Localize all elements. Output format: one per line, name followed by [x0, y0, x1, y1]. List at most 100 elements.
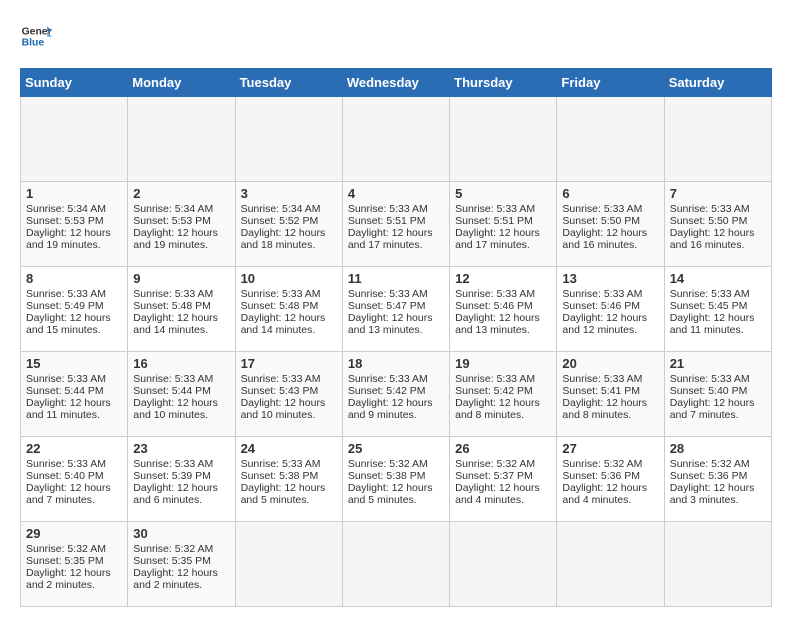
calendar-cell: [235, 97, 342, 182]
day-number: 29: [26, 526, 122, 541]
col-header-sunday: Sunday: [21, 69, 128, 97]
day-details: Sunrise: 5:33 AM Sunset: 5:48 PM Dayligh…: [133, 288, 229, 336]
day-details: Sunrise: 5:33 AM Sunset: 5:51 PM Dayligh…: [455, 203, 551, 251]
day-number: 30: [133, 526, 229, 541]
calendar-cell: 1Sunrise: 5:34 AM Sunset: 5:53 PM Daylig…: [21, 182, 128, 267]
day-number: 10: [241, 271, 337, 286]
calendar-cell: 3 Sunrise: 5:34 AM Sunset: 5:52 PM Daylig…: [235, 182, 342, 267]
calendar-cell: 2Sunrise: 5:34 AM Sunset: 5:53 PM Daylig…: [128, 182, 235, 267]
calendar-cell: 17 Sunrise: 5:33 AM Sunset: 5:43 PM Dayli…: [235, 352, 342, 437]
calendar-cell: [557, 97, 664, 182]
col-header-friday: Friday: [557, 69, 664, 97]
day-number: 3: [241, 186, 337, 201]
calendar-cell: [21, 97, 128, 182]
calendar-cell: [342, 97, 449, 182]
day-details: Sunrise: 5:33 AM Sunset: 5:40 PM Dayligh…: [670, 373, 766, 421]
day-details: Sunrise: 5:33 AM Sunset: 5:44 PM Dayligh…: [26, 373, 122, 421]
day-number: 2: [133, 186, 229, 201]
col-header-tuesday: Tuesday: [235, 69, 342, 97]
day-number: 7: [670, 186, 766, 201]
day-details: Sunrise: 5:34 AM Sunset: 5:52 PM Dayligh…: [241, 203, 337, 251]
day-number: 17: [241, 356, 337, 371]
logo-icon: General Blue: [20, 20, 52, 52]
calendar-cell: [128, 97, 235, 182]
day-number: 8: [26, 271, 122, 286]
day-details: Sunrise: 5:33 AM Sunset: 5:38 PM Dayligh…: [241, 458, 337, 506]
day-details: Sunrise: 5:33 AM Sunset: 5:45 PM Dayligh…: [670, 288, 766, 336]
calendar-cell: 6 Sunrise: 5:33 AM Sunset: 5:50 PM Daylig…: [557, 182, 664, 267]
calendar-cell: 29 Sunrise: 5:32 AM Sunset: 5:35 PM Dayli…: [21, 522, 128, 607]
day-details: Sunrise: 5:33 AM Sunset: 5:42 PM Dayligh…: [348, 373, 444, 421]
day-details: Sunrise: 5:32 AM Sunset: 5:38 PM Dayligh…: [348, 458, 444, 506]
day-details: Sunrise: 5:33 AM Sunset: 5:47 PM Dayligh…: [348, 288, 444, 336]
calendar-cell: [557, 522, 664, 607]
day-details: Sunrise: 5:33 AM Sunset: 5:46 PM Dayligh…: [455, 288, 551, 336]
calendar-cell: [450, 97, 557, 182]
day-number: 25: [348, 441, 444, 456]
day-details: Sunrise: 5:33 AM Sunset: 5:50 PM Dayligh…: [670, 203, 766, 251]
day-details: Sunrise: 5:32 AM Sunset: 5:37 PM Dayligh…: [455, 458, 551, 506]
calendar-cell: [342, 522, 449, 607]
day-number: 11: [348, 271, 444, 286]
day-details: Sunrise: 5:32 AM Sunset: 5:35 PM Dayligh…: [26, 543, 122, 591]
day-number: 24: [241, 441, 337, 456]
calendar-cell: [664, 522, 771, 607]
day-number: 12: [455, 271, 551, 286]
logo: General Blue: [20, 20, 52, 52]
calendar-table: SundayMondayTuesdayWednesdayThursdayFrid…: [20, 68, 772, 607]
calendar-week-1: 1Sunrise: 5:34 AM Sunset: 5:53 PM Daylig…: [21, 182, 772, 267]
day-details: Sunrise: 5:32 AM Sunset: 5:35 PM Dayligh…: [133, 543, 229, 591]
day-number: 16: [133, 356, 229, 371]
day-number: 9: [133, 271, 229, 286]
day-details: Sunrise: 5:33 AM Sunset: 5:41 PM Dayligh…: [562, 373, 658, 421]
day-number: 1: [26, 186, 122, 201]
svg-text:Blue: Blue: [22, 38, 45, 49]
day-details: Sunrise: 5:33 AM Sunset: 5:49 PM Dayligh…: [26, 288, 122, 336]
calendar-cell: 10 Sunrise: 5:33 AM Sunset: 5:48 PM Dayli…: [235, 267, 342, 352]
calendar-cell: 13 Sunrise: 5:33 AM Sunset: 5:46 PM Dayli…: [557, 267, 664, 352]
day-number: 15: [26, 356, 122, 371]
page-header: General Blue: [20, 20, 772, 52]
calendar-cell: [450, 522, 557, 607]
day-details: Sunrise: 5:33 AM Sunset: 5:42 PM Dayligh…: [455, 373, 551, 421]
calendar-cell: 11 Sunrise: 5:33 AM Sunset: 5:47 PM Dayli…: [342, 267, 449, 352]
calendar-cell: 14 Sunrise: 5:33 AM Sunset: 5:45 PM Dayli…: [664, 267, 771, 352]
calendar-cell: 28 Sunrise: 5:32 AM Sunset: 5:36 PM Dayli…: [664, 437, 771, 522]
calendar-cell: 25 Sunrise: 5:32 AM Sunset: 5:38 PM Dayli…: [342, 437, 449, 522]
calendar-cell: 22Sunrise: 5:33 AM Sunset: 5:40 PM Dayli…: [21, 437, 128, 522]
calendar-cell: 5 Sunrise: 5:33 AM Sunset: 5:51 PM Daylig…: [450, 182, 557, 267]
calendar-week-4: 22Sunrise: 5:33 AM Sunset: 5:40 PM Dayli…: [21, 437, 772, 522]
day-details: Sunrise: 5:33 AM Sunset: 5:46 PM Dayligh…: [562, 288, 658, 336]
calendar-header-row: SundayMondayTuesdayWednesdayThursdayFrid…: [21, 69, 772, 97]
calendar-cell: 26 Sunrise: 5:32 AM Sunset: 5:37 PM Dayli…: [450, 437, 557, 522]
calendar-cell: 23 Sunrise: 5:33 AM Sunset: 5:39 PM Dayli…: [128, 437, 235, 522]
calendar-cell: [235, 522, 342, 607]
day-number: 26: [455, 441, 551, 456]
calendar-cell: 30 Sunrise: 5:32 AM Sunset: 5:35 PM Dayli…: [128, 522, 235, 607]
day-number: 13: [562, 271, 658, 286]
day-details: Sunrise: 5:33 AM Sunset: 5:39 PM Dayligh…: [133, 458, 229, 506]
calendar-week-2: 8 Sunrise: 5:33 AM Sunset: 5:49 PM Daylig…: [21, 267, 772, 352]
day-details: Sunrise: 5:33 AM Sunset: 5:48 PM Dayligh…: [241, 288, 337, 336]
calendar-cell: 21 Sunrise: 5:33 AM Sunset: 5:40 PM Dayli…: [664, 352, 771, 437]
day-details: Sunrise: 5:33 AM Sunset: 5:44 PM Dayligh…: [133, 373, 229, 421]
day-number: 28: [670, 441, 766, 456]
calendar-cell: 8 Sunrise: 5:33 AM Sunset: 5:49 PM Daylig…: [21, 267, 128, 352]
day-number: 6: [562, 186, 658, 201]
day-details: Sunrise: 5:32 AM Sunset: 5:36 PM Dayligh…: [562, 458, 658, 506]
col-header-thursday: Thursday: [450, 69, 557, 97]
day-number: 5: [455, 186, 551, 201]
calendar-cell: 16 Sunrise: 5:33 AM Sunset: 5:44 PM Dayli…: [128, 352, 235, 437]
col-header-saturday: Saturday: [664, 69, 771, 97]
day-details: Sunrise: 5:33 AM Sunset: 5:51 PM Dayligh…: [348, 203, 444, 251]
calendar-cell: 19Sunrise: 5:33 AM Sunset: 5:42 PM Dayli…: [450, 352, 557, 437]
day-number: 23: [133, 441, 229, 456]
day-details: Sunrise: 5:33 AM Sunset: 5:43 PM Dayligh…: [241, 373, 337, 421]
calendar-week-0: [21, 97, 772, 182]
day-number: 21: [670, 356, 766, 371]
day-number: 14: [670, 271, 766, 286]
day-details: Sunrise: 5:32 AM Sunset: 5:36 PM Dayligh…: [670, 458, 766, 506]
day-details: Sunrise: 5:33 AM Sunset: 5:50 PM Dayligh…: [562, 203, 658, 251]
day-number: 22: [26, 441, 122, 456]
calendar-cell: 4Sunrise: 5:33 AM Sunset: 5:51 PM Daylig…: [342, 182, 449, 267]
